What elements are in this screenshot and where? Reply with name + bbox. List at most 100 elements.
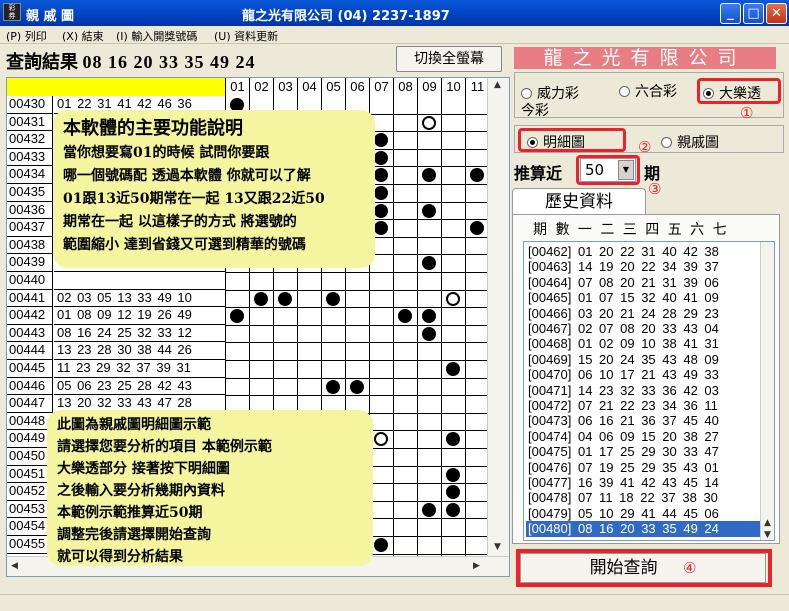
filled-dot-icon — [422, 326, 436, 341]
history-item[interactable]: [00478] 07 11 18 22 37 38 30 — [526, 490, 760, 505]
note-line: 此圖為親戚圖明細圖示範 — [57, 417, 211, 433]
grid-line — [393, 96, 394, 576]
period-id: 00442 — [7, 307, 53, 325]
filled-dot-icon — [254, 291, 268, 306]
table-row[interactable]: 00442 01 08 09 12 19 26 49 — [7, 307, 487, 325]
scroll-down-icon[interactable]: ▼ — [764, 530, 771, 540]
start-query-label: 開始查詢 — [589, 558, 658, 578]
col-header: 10 — [441, 78, 465, 96]
history-item[interactable]: [00480] 08 16 20 33 35 49 24 — [526, 521, 760, 537]
highlight-big-lotto — [697, 78, 781, 104]
instruction-note-features: 本軟體的主要功能說明 當你想要寫01的時候 試問你要跟 哪一個號碼配 透過本軟體… — [53, 110, 375, 268]
col-header: 04 — [297, 78, 321, 96]
note-line: 大樂透部分 接著按下明細圖 — [57, 461, 230, 477]
radio-circle-icon — [661, 136, 672, 148]
grid-vertical-scrollbar[interactable]: ▲ ▼ — [487, 78, 509, 558]
history-item[interactable]: [00476] 07 19 25 29 35 43 01 — [526, 460, 760, 475]
filled-dot-icon — [446, 362, 460, 376]
period-numbers: 05 06 23 25 28 42 43 — [54, 378, 225, 396]
scroll-left-icon[interactable]: ◀ — [11, 561, 18, 571]
note-line: 調整完後請選擇開始查詢 — [57, 527, 211, 543]
history-item[interactable]: [00473] 06 16 21 36 37 45 40 — [526, 413, 760, 428]
period-id: 00440 — [7, 272, 53, 290]
step-4-marker: ④ — [682, 559, 697, 577]
col-header: 11 — [465, 78, 489, 96]
calc-prefix: 推算近 — [514, 164, 563, 183]
table-row[interactable]: 00440 — [7, 272, 487, 290]
table-row[interactable]: 00446 05 06 23 25 28 42 43 — [7, 377, 487, 396]
filled-dot-icon — [278, 291, 292, 306]
col-header: 08 — [393, 78, 417, 96]
start-query-button[interactable]: 開始查詢 ④ — [520, 553, 766, 583]
note-line: 期常在一起 以這樣子的方式 將選號的 — [63, 214, 297, 230]
grid-line — [465, 96, 466, 576]
filled-dot-icon — [374, 203, 388, 218]
result-label: 查詢結果 08 16 20 33 35 49 24 — [6, 48, 256, 74]
note-line: 01跟13近50期常在一起 13又跟22近50 — [63, 191, 325, 207]
filled-dot-icon — [374, 186, 388, 200]
radio-relative-chart[interactable]: 親戚圖 — [661, 132, 719, 152]
highlight-periods — [576, 155, 640, 185]
period-id: 00432 — [7, 131, 53, 149]
step-2-marker: ② — [638, 138, 652, 156]
history-item[interactable]: [00475] 01 17 25 29 30 33 47 — [526, 444, 760, 459]
table-row[interactable]: 00444 13 23 28 30 38 44 26 — [7, 342, 487, 360]
history-item[interactable]: [00471] 14 23 32 33 36 42 03 — [526, 383, 760, 398]
table-row[interactable]: 00445 11 23 29 32 37 39 31 — [7, 360, 487, 378]
period-id: 00434 — [7, 166, 53, 184]
scroll-down-icon[interactable]: ▼ — [494, 542, 501, 552]
scroll-up-icon[interactable]: ▲ — [764, 518, 771, 528]
tab-history[interactable]: 歷史資料 — [512, 188, 646, 214]
history-item[interactable]: [00479] 05 10 29 41 44 45 06 — [526, 506, 760, 521]
col-header: 09 — [417, 78, 441, 96]
period-numbers: 01 08 09 12 19 26 49 — [54, 307, 225, 325]
period-id: 00444 — [7, 342, 53, 360]
history-item[interactable]: [00467] 02 07 08 20 33 43 04 — [526, 321, 760, 336]
grid-line — [441, 96, 442, 576]
period-id: 00445 — [7, 360, 53, 378]
menu-update-data[interactable]: (U) 資料更新 — [214, 28, 278, 44]
scroll-right-icon[interactable]: ▶ — [473, 561, 480, 571]
note-line: 請選擇您要分析的項目 本範例示範 — [57, 439, 272, 455]
history-item[interactable]: [00466] 03 20 21 24 28 29 23 — [526, 306, 760, 321]
filled-dot-icon — [446, 502, 460, 517]
grid-line — [417, 96, 418, 576]
history-item[interactable]: [00465] 01 07 15 32 40 41 09 — [526, 290, 760, 305]
period-id: 00435 — [7, 184, 53, 202]
history-item[interactable]: [00477] 16 39 41 42 43 45 14 — [526, 475, 760, 490]
menu-input-numbers[interactable]: (I) 輸入開獎號碼 — [116, 28, 197, 44]
maximize-button[interactable]: □ — [743, 3, 764, 24]
history-item[interactable]: [00474] 04 06 09 15 20 38 27 — [526, 429, 760, 444]
app-icon: 彩券 — [3, 3, 21, 21]
minimize-button[interactable]: _ — [720, 3, 741, 24]
menu-print[interactable]: (P) 列印 — [6, 28, 47, 44]
company-title: 龍之光有限公司 (04) 2237-1897 — [242, 9, 450, 24]
open-circle-icon — [422, 115, 436, 130]
history-item[interactable]: [00469] 15 20 24 35 43 48 09 — [526, 352, 760, 367]
history-item[interactable]: [00463] 14 19 20 22 34 39 37 — [526, 259, 760, 274]
history-item[interactable]: [00472] 07 21 22 23 34 36 11 — [526, 398, 760, 413]
period-numbers: 11 23 29 32 37 39 31 — [54, 360, 225, 378]
grid-header: 01 02 03 04 05 06 07 08 09 10 11 — [7, 78, 487, 96]
radio-circle-icon — [619, 85, 630, 97]
close-button[interactable]: ✕ — [766, 3, 787, 24]
note-line: 本範例示範推算近50期 — [57, 505, 203, 521]
table-row[interactable]: 00443 08 16 24 25 32 33 12 — [7, 324, 487, 343]
radio-mark-six[interactable]: 六合彩 — [619, 81, 677, 101]
history-item[interactable]: [00468] 01 02 09 10 38 41 31 — [526, 336, 760, 351]
period-id: 00439 — [7, 254, 53, 272]
history-list[interactable]: ▲ ▼ [00462] 01 20 22 31 40 42 38 [00463] … — [523, 241, 775, 541]
fullscreen-button[interactable]: 切換全螢幕 — [396, 46, 502, 72]
history-scrollbar[interactable]: ▲ ▼ — [760, 242, 774, 540]
filled-dot-icon — [422, 502, 436, 517]
period-numbers: 02 03 05 13 33 49 10 — [54, 290, 225, 308]
history-item[interactable]: [00464] 07 08 20 21 31 39 06 — [526, 275, 760, 290]
history-item[interactable]: [00462] 01 20 22 31 40 42 38 — [526, 244, 760, 259]
menu-exit[interactable]: (X) 結束 — [62, 28, 104, 44]
table-row[interactable]: 00441 02 03 05 13 33 49 10 — [7, 289, 487, 308]
radio-label: 六合彩 — [635, 84, 677, 100]
filled-dot-icon — [326, 291, 340, 306]
scroll-up-icon[interactable]: ▲ — [494, 80, 501, 90]
history-item[interactable]: [00470] 06 10 17 21 43 49 33 — [526, 367, 760, 382]
radio-daily-cash[interactable]: 今彩 — [521, 100, 549, 120]
